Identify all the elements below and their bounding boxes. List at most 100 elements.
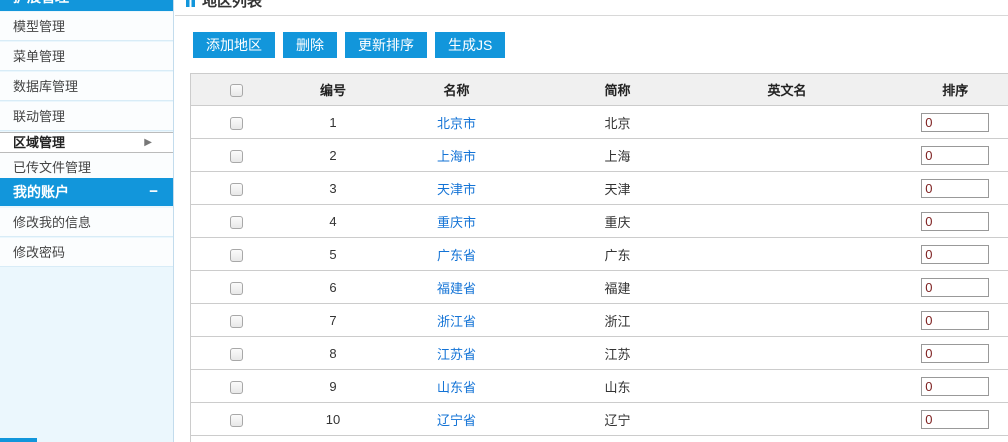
column-header-name: 名称 xyxy=(384,74,530,106)
table-row: 7 浙江省 浙江 xyxy=(191,304,1008,337)
table-row: 10辽宁省辽宁 xyxy=(191,403,1008,436)
column-header-english: 英文名 xyxy=(706,74,869,106)
cell-english-name xyxy=(706,172,869,205)
table-row: 8 江苏省 江苏 xyxy=(191,337,1008,370)
region-name-link[interactable]: 天津市 xyxy=(437,182,476,197)
cell-english-name xyxy=(706,337,869,370)
cell-english-name xyxy=(706,238,869,271)
cell-short-name: 江苏 xyxy=(530,337,706,370)
row-checkbox[interactable] xyxy=(230,282,243,295)
cell-no: 8 xyxy=(283,337,384,370)
row-checkbox[interactable] xyxy=(230,315,243,328)
main-content: 地区列表 添加地区删除更新排序生成JS 编号 名称 简称 英文名 排序 xyxy=(175,0,1008,442)
app-window: 扩展管理 − 模型管理菜单管理数据库管理联动管理区域管理 ▶ 已传文件管理 我的账户… xyxy=(0,0,1008,442)
cell-no: 9 xyxy=(283,370,384,403)
sidebar-item[interactable]: 联动管理 xyxy=(0,102,173,131)
cell-no: 1 xyxy=(283,106,384,139)
table-row: 5 广东省 广东 xyxy=(191,238,1008,271)
table-row: 9 山东省 山东 xyxy=(191,370,1008,403)
cell-no: 5 xyxy=(283,238,384,271)
add-region-button[interactable]: 添加地区 xyxy=(193,32,275,58)
sort-input[interactable] xyxy=(921,146,989,165)
sort-input[interactable] xyxy=(921,410,989,429)
sidebar-item-label: 区域管理 xyxy=(13,135,65,150)
sort-input[interactable] xyxy=(921,377,989,396)
cell-no: 7 xyxy=(283,304,384,337)
cell-short-name: 浙江 xyxy=(530,304,706,337)
delete-button[interactable]: 删除 xyxy=(283,32,337,58)
arrow-right-icon: ▶ xyxy=(144,133,152,152)
cell-short-name: 广东 xyxy=(530,238,706,271)
column-header-no: 编号 xyxy=(283,74,384,106)
sort-input[interactable] xyxy=(921,344,989,363)
cell-english-name xyxy=(706,205,869,238)
cell-short-name: 上海 xyxy=(530,139,706,172)
row-checkbox[interactable] xyxy=(230,183,243,196)
region-name-link[interactable]: 辽宁省 xyxy=(437,413,476,428)
sidebar-section-account-header[interactable]: 我的账户 − xyxy=(0,178,174,206)
sidebar-section-title: 扩展管理 xyxy=(13,0,69,5)
region-name-link[interactable]: 浙江省 xyxy=(437,314,476,329)
cell-no: 6 xyxy=(283,271,384,304)
sidebar-item[interactable]: 修改密码 xyxy=(0,238,173,267)
row-checkbox[interactable] xyxy=(230,117,243,130)
table-row-partial xyxy=(191,436,1008,442)
page-title: 地区列表 xyxy=(186,0,262,13)
sidebar-item-label: 数据库管理 xyxy=(13,79,78,94)
region-table: 编号 名称 简称 英文名 排序 1北京市北京2上海市上海3天津市天津4重庆市重庆… xyxy=(190,73,1008,442)
row-checkbox[interactable] xyxy=(230,249,243,262)
sidebar-item[interactable]: 区域管理 ▶ xyxy=(0,132,174,153)
title-divider xyxy=(175,15,1008,16)
minus-icon[interactable]: − xyxy=(149,178,158,206)
sidebar-item-label: 菜单管理 xyxy=(13,49,65,64)
region-name-link[interactable]: 山东省 xyxy=(437,380,476,395)
sidebar-item[interactable]: 修改我的信息 xyxy=(0,208,173,237)
sidebar-item-label: 修改密码 xyxy=(13,245,65,260)
row-checkbox[interactable] xyxy=(230,348,243,361)
row-checkbox[interactable] xyxy=(230,381,243,394)
cell-short-name: 福建 xyxy=(530,271,706,304)
toolbar: 添加地区删除更新排序生成JS xyxy=(193,32,513,58)
sort-input[interactable] xyxy=(921,278,989,297)
sidebar-section-extension-header[interactable]: 扩展管理 − xyxy=(0,0,174,11)
sort-input[interactable] xyxy=(921,245,989,264)
region-name-link[interactable]: 福建省 xyxy=(437,281,476,296)
region-name-link[interactable]: 北京市 xyxy=(437,116,476,131)
partial-section-header xyxy=(0,438,37,442)
sort-input[interactable] xyxy=(921,311,989,330)
cell-english-name xyxy=(706,304,869,337)
row-checkbox[interactable] xyxy=(230,414,243,427)
region-name-link[interactable]: 上海市 xyxy=(437,149,476,164)
row-checkbox[interactable] xyxy=(230,216,243,229)
sidebar-item-label: 已传文件管理 xyxy=(13,160,91,175)
cell-no: 3 xyxy=(283,172,384,205)
table-row: 6 福建省 福建 xyxy=(191,271,1008,304)
sidebar-item-label: 联动管理 xyxy=(13,109,65,124)
cell-no: 10 xyxy=(283,403,384,436)
region-name-link[interactable]: 广东省 xyxy=(437,248,476,263)
table-row: 4重庆市重庆 xyxy=(191,205,1008,238)
select-all-checkbox[interactable] xyxy=(230,84,243,97)
sidebar-item-label: 模型管理 xyxy=(13,19,65,34)
sidebar-item[interactable]: 模型管理 xyxy=(0,12,173,41)
list-bars-icon xyxy=(186,0,195,7)
column-header-short: 简称 xyxy=(530,74,706,106)
sort-input[interactable] xyxy=(921,179,989,198)
region-name-link[interactable]: 江苏省 xyxy=(437,347,476,362)
table-row: 1北京市北京 xyxy=(191,106,1008,139)
minus-icon[interactable]: − xyxy=(149,0,158,11)
region-name-link[interactable]: 重庆市 xyxy=(437,215,476,230)
sort-input[interactable] xyxy=(921,212,989,231)
sidebar-item[interactable]: 数据库管理 xyxy=(0,72,173,101)
generate-js-button[interactable]: 生成JS xyxy=(435,32,505,58)
cell-short-name: 山东 xyxy=(530,370,706,403)
sidebar-item[interactable]: 菜单管理 xyxy=(0,42,173,71)
cell-no: 4 xyxy=(283,205,384,238)
sidebar-item-label: 修改我的信息 xyxy=(13,215,91,230)
cell-english-name xyxy=(706,106,869,139)
row-checkbox[interactable] xyxy=(230,150,243,163)
sort-input[interactable] xyxy=(921,113,989,132)
cell-short-name: 天津 xyxy=(530,172,706,205)
update-sort-button[interactable]: 更新排序 xyxy=(345,32,427,58)
cell-english-name xyxy=(706,370,869,403)
